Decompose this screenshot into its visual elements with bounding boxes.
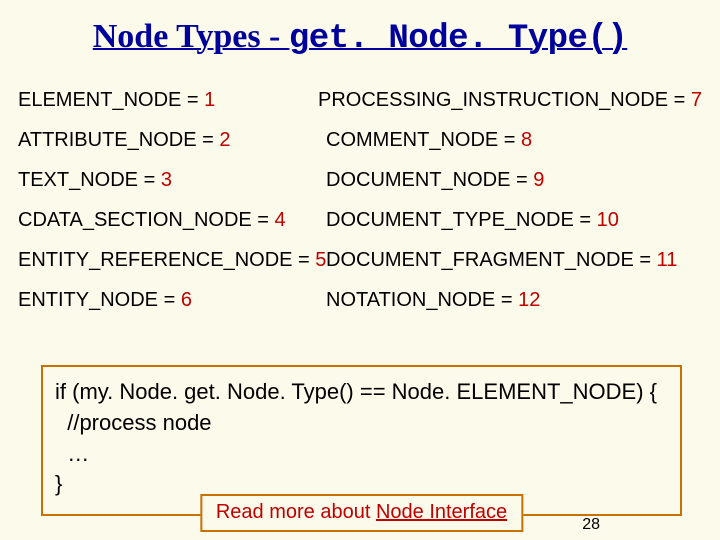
const-name: ELEMENT_NODE [18,89,181,111]
equals: = [498,129,521,151]
const-name: COMMENT_NODE [326,129,498,151]
table-row: ELEMENT_NODE = 1 PROCESSING_INSTRUCTION_… [18,80,702,120]
page-number: 28 [582,516,600,534]
const-name: NOTATION_NODE [326,289,501,311]
equals: = [574,209,597,231]
const-name: PROCESSING_INSTRUCTION_NODE [318,89,668,111]
const-name: DOCUMENT_FRAGMENT_NODE [326,249,634,271]
const-name: CDATA_SECTION_NODE [18,209,252,231]
code-line: … [55,439,668,470]
read-more-box: Read more about Node Interface [200,494,523,532]
equals: = [181,89,204,111]
const-name: ENTITY_NODE [18,289,158,311]
read-more-text: Read more about [216,501,376,523]
table-row: ENTITY_NODE = 6 NOTATION_NODE = 12 [18,280,702,320]
const-value: 3 [161,169,172,191]
code-example-wrap: if (my. Node. get. Node. Type() == Node.… [41,365,682,516]
table-row: ENTITY_REFERENCE_NODE = 5 DOCUMENT_FRAGM… [18,240,702,280]
const-value: 5 [315,249,326,271]
const-value: 10 [597,209,619,231]
table-row: TEXT_NODE = 3 DOCUMENT_NODE = 9 [18,160,702,200]
const-name: ATTRIBUTE_NODE [18,129,197,151]
equals: = [634,249,657,271]
const-name: TEXT_NODE [18,169,138,191]
title-mono: get. Node. Type() [289,20,627,58]
const-value: 8 [521,129,532,151]
equals: = [138,169,161,191]
const-value: 9 [533,169,544,191]
code-line: if (my. Node. get. Node. Type() == Node.… [55,377,668,408]
const-name: DOCUMENT_NODE [326,169,510,191]
const-value: 12 [518,289,540,311]
table-row: CDATA_SECTION_NODE = 4 DOCUMENT_TYPE_NOD… [18,200,702,240]
equals: = [510,169,533,191]
equals: = [158,289,181,311]
const-name: DOCUMENT_TYPE_NODE [326,209,574,231]
equals: = [668,89,691,111]
equals: = [197,129,220,151]
title-prefix: Node Types - [93,18,289,55]
const-value: 11 [657,249,678,271]
const-value: 7 [691,89,702,111]
slide-title: Node Types - get. Node. Type() [0,0,720,80]
const-value: 4 [275,209,286,231]
const-value: 1 [204,89,215,111]
equals: = [501,289,518,311]
const-value: 2 [219,129,230,151]
code-line: //process node [55,408,668,439]
constants-list: ELEMENT_NODE = 1 PROCESSING_INSTRUCTION_… [0,80,720,320]
equals: = [252,209,275,231]
const-value: 6 [181,289,192,311]
const-name: ENTITY_REFERENCE_NODE [18,249,293,271]
node-interface-link[interactable]: Node Interface [376,501,507,523]
table-row: ATTRIBUTE_NODE = 2 COMMENT_NODE = 8 [18,120,702,160]
equals: = [293,249,316,271]
